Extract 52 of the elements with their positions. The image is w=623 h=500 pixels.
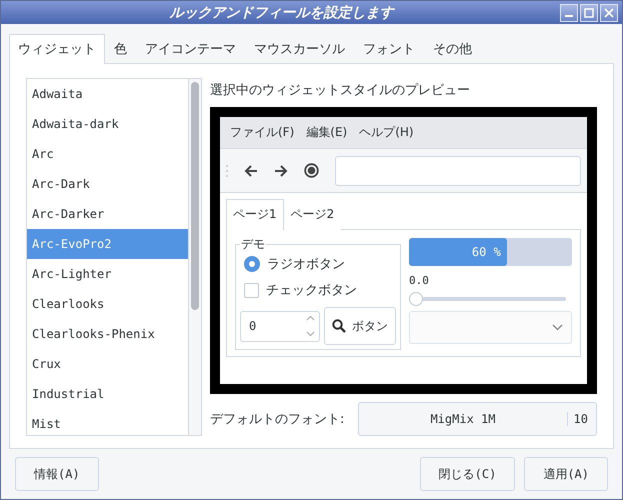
list-item[interactable]: Clearlooks-Phenix xyxy=(27,319,188,349)
list-item[interactable]: Mist xyxy=(27,409,188,435)
list-item[interactable]: Industrial xyxy=(27,379,188,409)
list-item[interactable]: Arc-Lighter xyxy=(27,259,188,289)
back-arrow-icon[interactable] xyxy=(244,164,258,176)
scrollbar[interactable] xyxy=(188,79,201,435)
maximize-icon xyxy=(584,8,594,18)
radio-label: ラジオボタン xyxy=(267,256,345,273)
about-button[interactable]: 情報(A) xyxy=(15,457,99,491)
tab[interactable]: その他 xyxy=(424,34,481,64)
menu-item[interactable]: ヘルプ(H) xyxy=(359,124,414,141)
close-button[interactable] xyxy=(600,4,618,22)
font-button[interactable]: MigMix 1M 10 xyxy=(358,402,597,436)
chevron-down-icon xyxy=(552,324,563,331)
font-label: デフォルトのフォント: xyxy=(210,411,344,428)
menu-item[interactable]: 編集(E) xyxy=(306,124,348,141)
list-item[interactable]: Crux xyxy=(27,349,188,379)
menu-item[interactable]: ファイル(F) xyxy=(230,124,294,141)
tab[interactable]: マウスカーソル xyxy=(245,34,354,64)
spin-field[interactable]: 0 xyxy=(240,310,320,342)
search-icon xyxy=(332,319,346,333)
slider-value: 0.0 xyxy=(409,274,430,287)
preview-label: 選択中のウィジェットスタイルのプレビュー xyxy=(210,82,471,99)
checkbox[interactable] xyxy=(244,282,259,298)
progress-text: 60 % xyxy=(472,245,501,259)
list-item[interactable]: Arc-Darker xyxy=(27,199,188,229)
record-icon[interactable] xyxy=(304,163,319,178)
tab[interactable]: フォント xyxy=(354,34,424,64)
maximize-button[interactable] xyxy=(580,4,598,22)
forward-arrow-icon[interactable] xyxy=(274,164,288,176)
search-button[interactable]: ボタン xyxy=(324,307,396,345)
tab[interactable]: 色 xyxy=(105,34,136,64)
list-item[interactable]: Adwaita-dark xyxy=(27,109,188,139)
list-item[interactable]: Adwaita xyxy=(27,79,188,109)
minimize-button[interactable] xyxy=(560,4,578,22)
radio-button[interactable] xyxy=(244,256,260,272)
tab[interactable]: アイコンテーマ xyxy=(136,34,245,64)
list-item[interactable]: Arc-Dark xyxy=(27,169,188,199)
list-item[interactable]: Arc xyxy=(27,139,188,169)
tab[interactable]: ページ1 xyxy=(226,199,284,230)
list-item[interactable]: Clearlooks xyxy=(27,289,188,319)
spin-arrows-icon[interactable] xyxy=(306,314,315,338)
slider[interactable] xyxy=(409,291,566,307)
group-title: デモ xyxy=(240,236,266,253)
minimize-icon xyxy=(565,15,573,17)
address-field[interactable] xyxy=(335,156,581,186)
window-title: ルックアンドフィールを設定します xyxy=(168,4,396,22)
tab[interactable]: ウィジェット xyxy=(9,34,105,64)
close-dialog-button[interactable]: 閉じる(C) xyxy=(420,457,516,491)
apply-button[interactable]: 適用(A) xyxy=(524,457,608,491)
close-icon xyxy=(604,8,614,18)
checkbox-label: チェックボタン xyxy=(266,282,357,299)
